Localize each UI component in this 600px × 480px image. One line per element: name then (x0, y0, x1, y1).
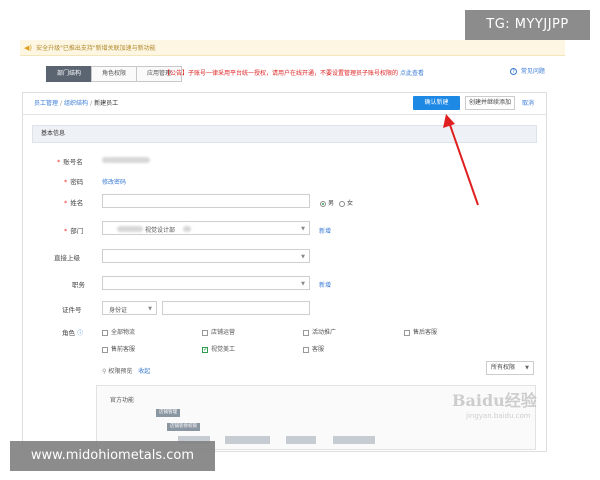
baidu-watermark-url: jingyan.baidu.com (466, 412, 531, 420)
overlay-tag-bottom: www.midohiometals.com (10, 441, 215, 471)
page: ◀) 安全升级"已推出支持"新增关联加速与新功能 部门结构 角色权限 应用管理 … (0, 0, 600, 480)
baidu-watermark: Baidu经验 (452, 391, 537, 410)
overlay-tag-top: TG: MYYJJPP (465, 10, 590, 40)
